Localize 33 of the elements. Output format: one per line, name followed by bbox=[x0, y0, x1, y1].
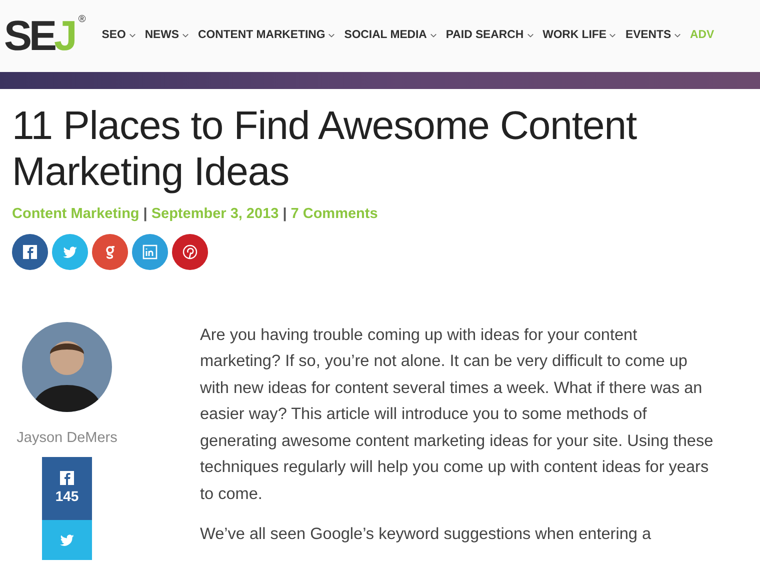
nav-link[interactable]: CONTENT MARKETING bbox=[198, 27, 336, 45]
share-button[interactable] bbox=[12, 234, 48, 270]
chevron-icon bbox=[430, 33, 437, 38]
author-name[interactable]: Jayson DeMers bbox=[16, 428, 118, 450]
share-button[interactable] bbox=[172, 234, 208, 270]
paragraph: We’ve all seen Google’s keyword suggestions when entering a bbox=[200, 524, 652, 546]
nav-link[interactable]: EVENTS bbox=[625, 27, 682, 45]
separator: | bbox=[143, 204, 148, 224]
bird-icon bbox=[59, 532, 75, 548]
p-letter-icon bbox=[182, 244, 198, 260]
chevron-icon bbox=[328, 33, 336, 38]
in-letter-icon bbox=[142, 244, 158, 260]
share-button[interactable]: 145 bbox=[42, 457, 92, 520]
bird-icon bbox=[62, 244, 78, 260]
separator: | bbox=[282, 204, 287, 224]
chevron-icon bbox=[674, 33, 682, 38]
chevron-icon bbox=[182, 33, 190, 38]
share-button[interactable] bbox=[92, 234, 128, 270]
article-title: 11 Places to Find Awesome Content Marketing Ideas bbox=[12, 103, 638, 196]
chevron-icon bbox=[526, 33, 534, 38]
logo[interactable]: SEJ® bbox=[4, 15, 86, 57]
chevron-icon bbox=[609, 33, 616, 38]
facebook-icon bbox=[22, 244, 38, 260]
facebook-icon bbox=[59, 470, 75, 486]
chevron-icon bbox=[128, 33, 136, 38]
share-button[interactable] bbox=[132, 234, 168, 270]
nav-link[interactable]: PAID SEARCH bbox=[446, 27, 534, 45]
nav-link[interactable]: WORK LIFE bbox=[542, 27, 616, 45]
share-count: 145 bbox=[55, 487, 79, 506]
nav-link[interactable]: NEWS bbox=[144, 27, 190, 45]
paragraph: Are you having trouble coming up with ideas for your content marketing? If so, you’re not alone. It can be very difficult to come up with new ideas for content several times a week. What if there was an easier way? This article will introduce you to some methods of generating awesome content marketing ideas for your site. Using these techniques regularly will help you come up with content ideas for years to come. bbox=[200, 324, 714, 505]
nav-link[interactable]: SEO bbox=[102, 27, 136, 45]
nav-link[interactable]: SOCIAL MEDIA bbox=[344, 27, 437, 45]
